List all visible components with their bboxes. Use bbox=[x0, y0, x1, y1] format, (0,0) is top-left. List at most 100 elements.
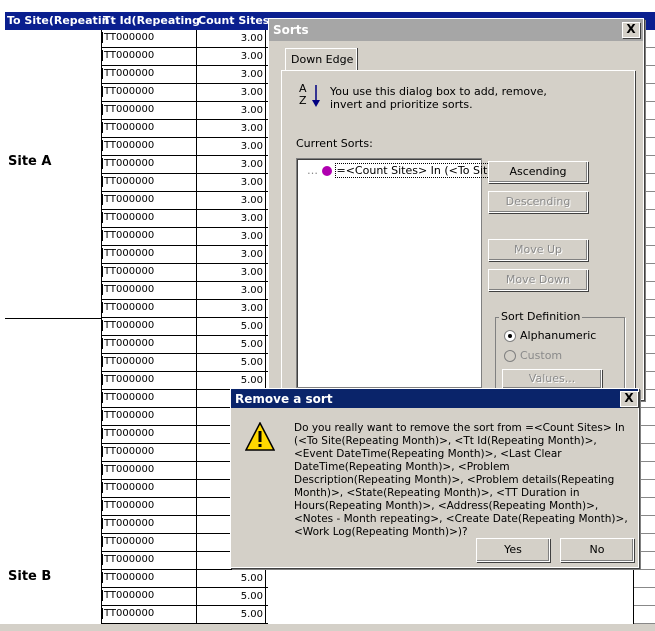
table-row[interactable]: TT000000 3.00 bbox=[102, 84, 268, 102]
count-cell[interactable]: 3.00 bbox=[196, 48, 266, 65]
table-row[interactable]: TT0000005.00 bbox=[102, 336, 268, 354]
count-cell[interactable]: 3.00 bbox=[196, 174, 266, 191]
count-cell[interactable]: 3.00 bbox=[196, 210, 266, 227]
descending-button[interactable]: Descending bbox=[488, 191, 588, 213]
count-cell[interactable]: 3.00 bbox=[196, 156, 266, 173]
remove-title-bar[interactable]: Remove a sort X bbox=[231, 389, 638, 408]
table-row[interactable]: TT0000005.00 bbox=[102, 354, 268, 372]
tt-id-cell[interactable]: TT000000 bbox=[102, 482, 197, 493]
count-cell[interactable]: 5.00 bbox=[196, 354, 266, 371]
count-cell[interactable]: 5.00 bbox=[196, 372, 266, 389]
count-cell[interactable]: 3.00 bbox=[196, 264, 266, 281]
count-cell[interactable]: 3.00 bbox=[196, 84, 266, 101]
table-row[interactable]: TT000000 3.00 bbox=[102, 30, 268, 48]
header-to-site[interactable]: To Site(Repeatin bbox=[7, 14, 109, 27]
count-cell[interactable]: 3.00 bbox=[196, 192, 266, 209]
site-a-label[interactable]: Site A bbox=[8, 154, 51, 169]
count-cell[interactable]: 5.00 bbox=[196, 588, 266, 605]
count-cell[interactable]: 5.00 bbox=[196, 318, 266, 335]
tt-id-cell[interactable]: TT000000 bbox=[102, 410, 197, 421]
table-row[interactable]: TT000000 3.00 bbox=[102, 282, 268, 300]
tt-id-cell[interactable]: TT000000 bbox=[102, 338, 197, 349]
tt-id-cell[interactable]: TT000000 bbox=[102, 176, 197, 187]
tt-id-cell[interactable]: TT000000 bbox=[102, 284, 197, 295]
count-cell[interactable]: 3.00 bbox=[196, 282, 266, 299]
custom-radio[interactable] bbox=[504, 350, 516, 362]
count-cell[interactable]: 3.00 bbox=[196, 30, 266, 47]
move-down-button[interactable]: Move Down bbox=[488, 269, 588, 291]
tt-id-cell[interactable]: TT000000 bbox=[102, 320, 197, 331]
remove-close-button[interactable]: X bbox=[620, 391, 638, 407]
tab-down-edge[interactable]: Down Edge bbox=[285, 48, 357, 71]
tt-id-cell[interactable]: TT000000 bbox=[102, 302, 197, 313]
site-b-label[interactable]: Site B bbox=[8, 569, 51, 584]
tt-id-cell[interactable]: TT000000 bbox=[102, 572, 197, 583]
table-row[interactable]: TT000000 3.00 bbox=[102, 66, 268, 84]
tt-id-cell[interactable]: TT000000 bbox=[102, 392, 197, 403]
tt-id-cell[interactable]: TT000000 bbox=[102, 86, 197, 97]
tt-id-cell[interactable]: TT000000 bbox=[102, 50, 197, 61]
count-cell[interactable]: 3.00 bbox=[196, 138, 266, 155]
count-cell[interactable]: 3.00 bbox=[196, 120, 266, 137]
current-sorts-list[interactable]: … =<Count Sites> In (<To Site(R bbox=[296, 158, 509, 388]
table-row[interactable]: TT000000 3.00 bbox=[102, 264, 268, 282]
table-row[interactable]: TT000000 3.00 bbox=[102, 138, 268, 156]
table-row[interactable]: TT0000005.00 bbox=[102, 318, 268, 336]
alphanumeric-radio[interactable] bbox=[504, 330, 516, 342]
tt-id-cell[interactable]: TT000000 bbox=[102, 374, 197, 385]
table-row[interactable]: TT000000 3.00 bbox=[102, 192, 268, 210]
table-row[interactable]: TT0000005.00 bbox=[102, 570, 268, 588]
table-row[interactable]: TT000000 3.00 bbox=[102, 246, 268, 264]
tt-id-cell[interactable]: TT000000 bbox=[102, 464, 197, 475]
tt-id-cell[interactable]: TT000000 bbox=[102, 140, 197, 151]
table-row[interactable]: TT000000 3.00 bbox=[102, 156, 268, 174]
count-cell[interactable]: 3.00 bbox=[196, 300, 266, 317]
tt-id-cell[interactable]: TT000000 bbox=[102, 500, 197, 511]
yes-button[interactable]: Yes bbox=[476, 538, 550, 562]
tt-id-cell[interactable]: TT000000 bbox=[102, 428, 197, 439]
table-row[interactable]: TT000000 3.00 bbox=[102, 174, 268, 192]
table-row[interactable]: TT0000005.00 bbox=[102, 588, 268, 606]
tt-id-cell[interactable]: TT000000 bbox=[102, 518, 197, 529]
no-button[interactable]: No bbox=[560, 538, 634, 562]
table-row[interactable]: TT000000 3.00 bbox=[102, 120, 268, 138]
table-row[interactable]: TT000000 3.00 bbox=[102, 210, 268, 228]
tt-id-cell[interactable]: TT000000 bbox=[102, 554, 197, 565]
header-tt-id[interactable]: Tt Id(Repeating bbox=[103, 14, 200, 27]
horizontal-scrollbar[interactable] bbox=[0, 624, 655, 631]
tt-id-cell[interactable]: TT000000 bbox=[102, 68, 197, 79]
header-count-sites[interactable]: Count Sites bbox=[198, 14, 269, 27]
tt-id-cell[interactable]: TT000000 bbox=[102, 608, 197, 619]
count-cell[interactable]: 3.00 bbox=[196, 246, 266, 263]
count-cell[interactable]: 3.00 bbox=[196, 102, 266, 119]
table-row[interactable]: TT0000005.00 bbox=[102, 606, 268, 624]
tt-id-cell[interactable]: TT000000 bbox=[102, 122, 197, 133]
move-up-button[interactable]: Move Up bbox=[488, 239, 588, 261]
values-button[interactable]: Values... bbox=[502, 369, 602, 389]
tt-id-cell[interactable]: TT000000 bbox=[102, 104, 197, 115]
tt-id-cell[interactable]: TT000000 bbox=[102, 266, 197, 277]
tt-id-cell[interactable]: TT000000 bbox=[102, 230, 197, 241]
table-row[interactable]: TT000000 3.00 bbox=[102, 300, 268, 318]
sorts-close-button[interactable]: X bbox=[622, 22, 640, 38]
tt-id-cell[interactable]: TT000000 bbox=[102, 536, 197, 547]
sort-item[interactable]: … =<Count Sites> In (<To Site(R bbox=[307, 163, 509, 178]
table-row[interactable]: TT000000 3.00 bbox=[102, 228, 268, 246]
tt-id-cell[interactable]: TT000000 bbox=[102, 356, 197, 367]
count-cell[interactable]: 5.00 bbox=[196, 570, 266, 587]
count-cell[interactable]: 5.00 bbox=[196, 336, 266, 353]
count-cell[interactable]: 5.00 bbox=[196, 606, 266, 623]
table-row[interactable]: TT000000 3.00 bbox=[102, 102, 268, 120]
sorts-title-bar[interactable]: Sorts X bbox=[269, 19, 643, 41]
tt-id-cell[interactable]: TT000000 bbox=[102, 194, 197, 205]
count-cell[interactable]: 3.00 bbox=[196, 66, 266, 83]
tt-id-cell[interactable]: TT000000 bbox=[102, 158, 197, 169]
tt-id-cell[interactable]: TT000000 bbox=[102, 248, 197, 259]
tt-id-cell[interactable]: TT000000 bbox=[102, 446, 197, 457]
table-row[interactable]: TT000000 3.00 bbox=[102, 48, 268, 66]
tt-id-cell[interactable]: TT000000 bbox=[102, 32, 197, 43]
tt-id-cell[interactable]: TT000000 bbox=[102, 212, 197, 223]
count-cell[interactable]: 3.00 bbox=[196, 228, 266, 245]
tt-id-cell[interactable]: TT000000 bbox=[102, 590, 197, 601]
ascending-button[interactable]: Ascending bbox=[488, 161, 588, 183]
